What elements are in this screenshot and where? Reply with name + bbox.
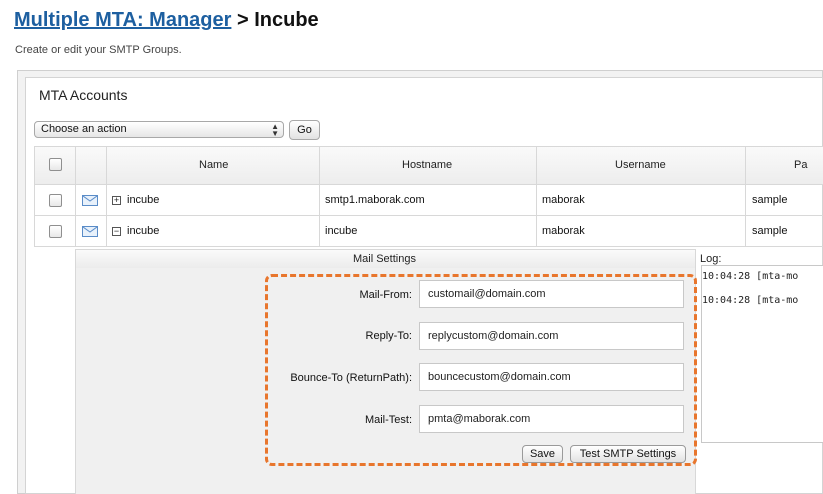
expand-icon[interactable]: + [112, 196, 121, 205]
table-line [106, 146, 107, 247]
log-title: Log: [700, 253, 722, 265]
action-select[interactable]: Choose an action ▲ ▼ [34, 121, 284, 138]
table-line [745, 146, 746, 247]
page-subtitle: Create or edit your SMTP Groups. [15, 44, 182, 56]
page-title: Multiple MTA: Manager > Incube [14, 9, 319, 32]
column-header-username[interactable]: Username [615, 159, 666, 171]
mail-settings-title: Mail Settings [353, 253, 416, 265]
column-header-hostname[interactable]: Hostname [402, 159, 452, 171]
column-header-password[interactable]: Pa [794, 159, 807, 171]
table-line [34, 215, 823, 216]
row-checkbox[interactable] [49, 225, 62, 238]
table-line [34, 146, 823, 147]
row-checkbox[interactable] [49, 194, 62, 207]
table-line [34, 184, 823, 185]
collapse-icon[interactable]: − [112, 227, 121, 236]
row-name: incube [127, 225, 160, 237]
row-password: sample [752, 225, 788, 237]
table-line [34, 246, 823, 247]
row-username: maborak [542, 194, 585, 206]
table-line [34, 146, 35, 247]
row-hostname: smtp1.maborak.com [325, 194, 425, 206]
row-name: incube [127, 194, 160, 206]
column-header-name[interactable]: Name [199, 159, 228, 171]
table-line [536, 146, 537, 247]
row-username: maborak [542, 225, 585, 237]
breadcrumb-separator: > [236, 9, 249, 31]
select-all-checkbox[interactable] [49, 158, 62, 171]
row-password: sample [752, 194, 788, 206]
row-hostname: incube [325, 225, 358, 237]
breadcrumb-link[interactable]: Multiple MTA: Manager [14, 9, 231, 31]
go-button[interactable]: Go [289, 120, 320, 140]
log-output[interactable] [701, 265, 823, 443]
log-line: 10:04:28 [mta-mo [702, 271, 799, 282]
highlight-frame [265, 274, 697, 466]
mta-accounts-table: Name Hostname Username Pa + incube smtp1… [34, 146, 823, 247]
log-line: 10:04:28 [mta-mo [702, 295, 799, 306]
select-arrows-icon: ▲ ▼ [271, 122, 279, 138]
table-line [75, 146, 76, 247]
mail-icon[interactable] [82, 195, 98, 206]
action-select-value: Choose an action [41, 123, 127, 135]
mail-icon[interactable] [82, 226, 98, 237]
panel-title: MTA Accounts [39, 87, 128, 103]
breadcrumb-current: Incube [254, 9, 319, 31]
table-line [319, 146, 320, 247]
